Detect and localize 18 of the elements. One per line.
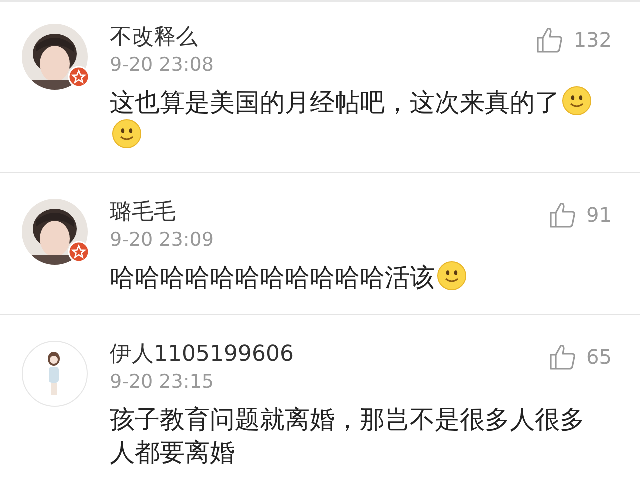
comment-time: 9-20 23:09	[110, 228, 214, 253]
comment-time: 9-20 23:15	[110, 370, 214, 395]
thumbs-up-icon[interactable]	[548, 343, 577, 371]
like-count: 132	[574, 28, 612, 52]
user-name[interactable]: 璐毛毛	[110, 199, 176, 227]
user-name[interactable]: 不改释么	[110, 24, 198, 52]
smiley-icon	[437, 261, 467, 291]
comment-text: 孩子教育问题就离婚，那岂不是很多人很多人都要离婚	[110, 405, 585, 467]
user-name[interactable]: 伊人1105199606	[110, 341, 294, 369]
smiley-icon	[562, 86, 592, 116]
comment-text: 这也算是美国的月经帖吧，这次来真的了	[110, 88, 560, 117]
smiley-icon	[112, 119, 142, 149]
comment-time: 9-20 23:08	[110, 53, 214, 78]
comment-text: 哈哈哈哈哈哈哈哈哈哈哈活该	[110, 263, 435, 292]
thumbs-up-icon[interactable]	[536, 26, 564, 54]
like-count: 91	[586, 203, 612, 227]
like-count: 65	[586, 345, 612, 369]
thumbs-up-icon[interactable]	[548, 201, 577, 229]
